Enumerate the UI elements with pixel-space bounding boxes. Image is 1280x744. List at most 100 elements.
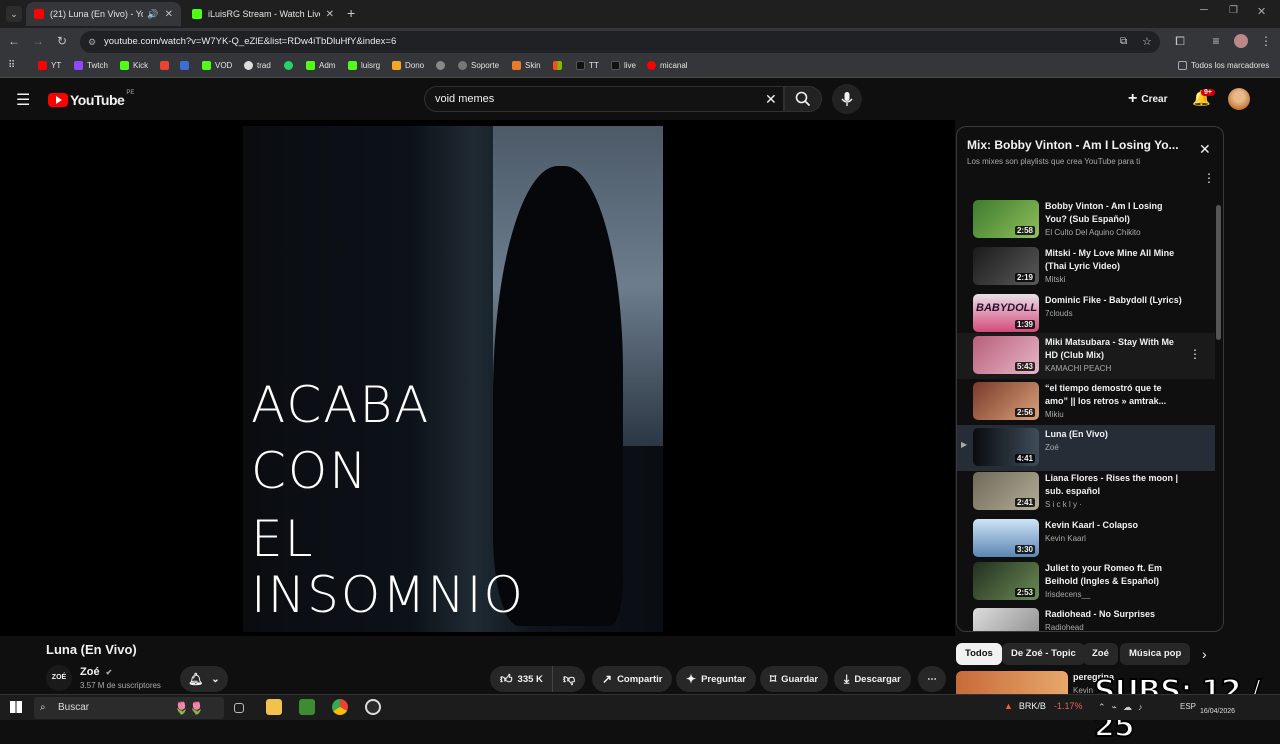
bookmark-windows[interactable] [553,61,566,70]
chip-all[interactable]: Todos [956,643,1002,665]
stock-widget[interactable]: ▲ BRK/B -1.17% [1004,701,1082,711]
address-bar[interactable]: ⚙ youtube.com/watch?v=W7YK-Q_eZlE&list=R… [80,31,1160,53]
search-button[interactable] [784,86,822,112]
item-channel: Mitski [1045,275,1066,284]
forward-icon[interactable]: → [30,34,46,48]
reading-list-icon[interactable]: ≡ [1208,34,1224,48]
bookmark-tt[interactable]: TT [576,61,599,70]
share-button[interactable]: ↗ Compartir [592,666,673,692]
playlist-item[interactable]: 3:30 Kevin Kaarl - Colapso Kevin Kaarl [957,516,1215,562]
language-indicator[interactable]: ESP [1180,702,1196,711]
bookmark-adm[interactable]: Adm [306,61,335,70]
related-video-thumbnail[interactable] [956,671,1068,695]
speaker-icon[interactable]: 🔊 [147,9,158,20]
playlist-item[interactable]: 2:41 Liana Flores - Rises the moon | sub… [957,469,1215,515]
account-avatar[interactable] [1228,88,1250,110]
bookmark-vod[interactable]: VOD [202,61,232,70]
taskbar-date[interactable]: 16/04/2026 [1200,708,1235,715]
minimize-icon[interactable]: ─ [1200,4,1208,16]
video-thumbnail: 2:53 [973,562,1039,600]
playlist-item[interactable]: BABYDOLL 1:39 Dominic Fike - Babydoll (L… [957,291,1215,337]
close-tab-icon[interactable]: ✕ [326,9,334,20]
bookmark-kick[interactable]: Kick [120,61,148,70]
bookmark-extra[interactable] [436,61,449,70]
save-button[interactable]: ⌑ Guardar [760,666,829,692]
close-tab-icon[interactable]: ✕ [165,9,173,20]
playlist-item[interactable]: 2:53 Juliet to your Romeo ft. Em Beihold… [957,559,1215,605]
all-bookmarks[interactable]: Todos los marcadores [1178,61,1269,70]
bookmark-label: trad [257,61,271,70]
new-tab-icon[interactable]: + [347,5,355,21]
chips-next-icon[interactable]: › [1202,646,1207,662]
subscribe-notify-button[interactable]: 🔔︎ ⌄ [180,666,228,692]
create-button[interactable]: + Crear [1128,90,1167,108]
youtube-logo[interactable]: YouTube PE [48,90,134,108]
playlist-item[interactable]: Radiohead - No Surprises Radiohead [957,605,1215,631]
playlist-item[interactable]: 5:43 Miki Matsubara - Stay With Me HD (C… [957,333,1215,379]
tab-kick[interactable]: iLuisRG Stream - Watch Live on ✕ [184,2,342,26]
bookmark-trad[interactable]: trad [244,61,271,70]
bookmark-star-icon[interactable]: ☆ [1142,31,1152,53]
voice-search-button[interactable] [832,84,862,114]
site-info-icon[interactable]: ⚙ [88,31,96,53]
playlist-item[interactable]: 2:58 Bobby Vinton - Am I Losing You? (Su… [957,197,1215,243]
obs-icon[interactable] [365,699,381,715]
sparkle-icon: ✦ [686,672,697,686]
bookmark-grid[interactable] [180,61,193,70]
install-app-icon[interactable]: ⧉ [1120,31,1127,53]
back-icon[interactable]: ← [6,34,22,48]
bookmark-luisrg[interactable]: luisrg [348,61,380,70]
bookmark-live[interactable]: live [611,61,636,70]
maximize-icon[interactable]: ❐ [1229,5,1238,16]
tab-search-button[interactable]: ⌄ [6,6,22,22]
bookmark-gmail[interactable] [160,61,173,70]
playlist-item[interactable]: 2:56 “el tiempo demostró que te amo” || … [957,379,1215,425]
chip-zoe[interactable]: Zoé [1083,643,1118,665]
twitch-icon [74,61,83,70]
video-player[interactable]: ACABA CON EL INSOMNIO [0,120,955,636]
clear-search-icon[interactable]: ✕ [765,87,777,111]
hamburger-menu-icon[interactable]: ☰ [16,90,30,110]
ask-button[interactable]: ✦ Preguntar [676,666,756,692]
task-view-icon[interactable] [234,703,244,713]
item-more-icon[interactable]: ⋮ [1189,347,1201,361]
search-input[interactable]: void memes ✕ [424,86,784,112]
chip-topic[interactable]: De Zoé - Topic [1002,643,1085,665]
file-explorer-icon[interactable] [266,699,282,715]
profile-avatar[interactable] [1234,34,1248,48]
reload-icon[interactable]: ↻ [54,34,70,48]
download-button[interactable]: ⤓ Descargar [834,666,911,692]
playlist-more-icon[interactable]: ⋮ [1203,171,1215,185]
duration-badge: 2:41 [1014,498,1035,507]
extensions-icon[interactable]: ⧠ [1172,34,1188,49]
bookmark-yt[interactable]: YT [38,61,61,70]
playlist-scrollbar[interactable] [1216,205,1221,340]
bookmark-soporte[interactable]: Soporte [458,61,499,70]
chip-pop[interactable]: Música pop [1120,643,1191,665]
bookmark-icon: ⌑ [770,672,777,686]
bookmark-skin[interactable]: Skin [512,61,541,70]
windows-start-icon[interactable] [10,701,22,713]
close-playlist-icon[interactable]: ✕ [1199,141,1211,158]
bookmark-whatsapp[interactable] [284,61,297,70]
channel-name[interactable]: Zoé ✔ [80,666,112,678]
chrome-icon[interactable] [332,699,348,715]
like-button[interactable]: 👍︎ 335 K [490,666,553,692]
bookmark-dono[interactable]: Dono [392,61,424,70]
playlist-item-current[interactable]: ▶ 4:41 Luna (En Vivo) Zoé [957,425,1215,471]
channel-avatar[interactable]: ZOÉ [46,665,72,691]
bookmark-micanal[interactable]: micanal [647,61,688,70]
taskbar-search[interactable]: ⌕ Buscar 🌷🌷 [34,697,224,719]
playlist-title[interactable]: Mix: Bobby Vinton - Am I Losing Yo... [967,138,1187,152]
playlist-item[interactable]: 2:19 Mitski - My Love Mine All Mine (Tha… [957,244,1215,290]
tab-youtube[interactable]: (21) Luna (En Vivo) - YouTu 🔊 ✕ [26,2,181,26]
apps-icon[interactable]: ⠿ [8,60,15,71]
menu-icon[interactable]: ⋮ [1258,34,1274,48]
close-window-icon[interactable]: ✕ [1257,5,1266,18]
dislike-button[interactable]: 👎︎ [552,666,586,692]
minecraft-icon[interactable] [299,699,315,715]
system-tray-icons[interactable]: ⌃⌁☁♪ [1098,702,1148,713]
bookmark-label: Kick [133,61,149,70]
bookmark-twtch[interactable]: Twtch [74,61,108,70]
more-actions-button[interactable]: ⋯ [918,666,946,692]
